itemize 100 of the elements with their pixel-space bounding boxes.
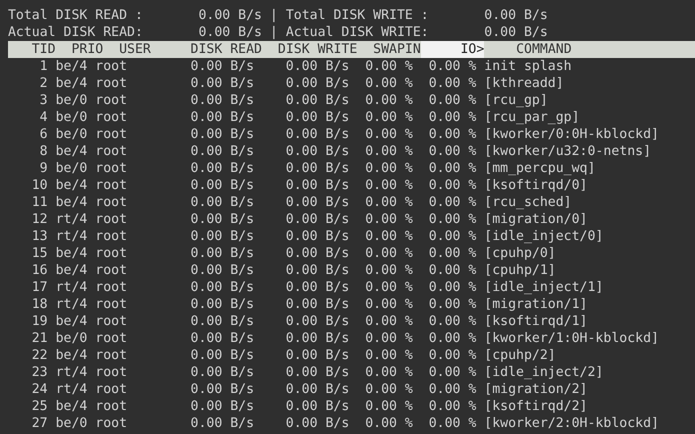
- table-cell: [cpuhp/0]: [484, 245, 556, 262]
- table-cell-text: 0.00 B/s: [284, 126, 350, 143]
- table-cell-text: 0.00 B/s: [284, 398, 350, 415]
- table-cell-text: 22: [30, 347, 48, 364]
- table-cell-text: 0.00 %: [428, 194, 476, 211]
- table-cell: [idle_inject/1]: [484, 279, 604, 296]
- table-cell-text: 0.00 %: [364, 313, 413, 330]
- table-cell-text: 0.00 %: [364, 381, 413, 398]
- table-cell-text: 0.00 %: [428, 160, 476, 177]
- table-cell-text: 0.00 B/s: [190, 75, 254, 92]
- table-cell-text: 0.00 %: [428, 245, 476, 262]
- table-cell-text: 0.00 %: [428, 381, 476, 398]
- table-cell-text: 0.00 B/s: [190, 245, 254, 262]
- table-cell-text: 0.00 %: [364, 143, 413, 160]
- table-cell-text: 24: [30, 381, 48, 398]
- table-cell-text: 0.00 %: [428, 177, 476, 194]
- table-cell-text: 0.00 B/s: [284, 279, 350, 296]
- table-cell: rt/4: [56, 279, 88, 296]
- table-cell-text: root: [95, 398, 128, 415]
- separator: |: [270, 24, 278, 41]
- table-cell-text: root: [95, 194, 128, 211]
- table-cell-text: 0.00 B/s: [284, 262, 350, 279]
- table-cell-text: 1: [38, 58, 48, 75]
- table-cell-text: root: [95, 143, 128, 160]
- table-cell: be/4: [56, 262, 88, 279]
- table-cell: [kworker/0:0H-kblockd]: [484, 126, 659, 143]
- table-cell-text: 0.00 %: [364, 279, 413, 296]
- table-cell-text: 27: [30, 415, 48, 432]
- table-cell: be/4: [56, 143, 88, 160]
- table-cell-text: 0.00 %: [364, 347, 413, 364]
- column-header[interactable]: PRIO: [71, 41, 104, 58]
- table-cell: be/4: [56, 245, 88, 262]
- table-cell-text: 0.00 %: [428, 296, 476, 313]
- table-cell: be/4: [56, 75, 88, 92]
- table-cell-text: 17: [30, 279, 48, 296]
- table-cell-text: 0.00 %: [364, 177, 413, 194]
- table-cell-text: 0.00 %: [364, 296, 413, 313]
- table-cell-text: root: [95, 160, 128, 177]
- table-cell-text: 0.00 B/s: [190, 330, 254, 347]
- table-cell-text: 0.00 %: [364, 75, 413, 92]
- table-cell: [rcu_gp]: [484, 92, 548, 109]
- table-cell-text: 0.00 B/s: [190, 415, 254, 432]
- table-cell-text: 0.00 %: [364, 415, 413, 432]
- table-cell-text: 0.00 B/s: [190, 296, 254, 313]
- table-cell-text: 2: [38, 75, 48, 92]
- column-header[interactable]: DISK READ: [190, 41, 262, 58]
- table-cell: [rcu_par_gp]: [484, 109, 580, 126]
- table-cell-text: 0.00 B/s: [190, 313, 254, 330]
- table-cell-text: 0.00 B/s: [190, 364, 254, 381]
- table-cell: be/4: [56, 194, 88, 211]
- table-cell-text: 0.00 %: [428, 347, 476, 364]
- table-cell-text: 0.00 %: [428, 126, 476, 143]
- table-cell-text: 0.00 B/s: [190, 381, 254, 398]
- table-cell: be/4: [56, 398, 88, 415]
- table-cell-text: 0.00 B/s: [284, 194, 350, 211]
- table-cell-text: 0.00 %: [428, 398, 476, 415]
- table-cell-text: root: [95, 75, 128, 92]
- column-header[interactable]: DISK WRITE: [278, 41, 358, 58]
- table-cell: [cpuhp/2]: [484, 347, 556, 364]
- table-cell-text: 0.00 B/s: [284, 347, 350, 364]
- table-cell-text: root: [95, 177, 128, 194]
- table-cell-text: root: [95, 279, 128, 296]
- table-cell: be/0: [56, 160, 88, 177]
- table-cell-text: 0.00 %: [364, 228, 413, 245]
- table-cell: rt/4: [56, 211, 88, 228]
- column-header[interactable]: USER: [119, 41, 151, 58]
- column-header[interactable]: TID: [8, 41, 56, 58]
- table-cell: be/4: [56, 177, 88, 194]
- column-header[interactable]: COMMAND: [516, 41, 572, 58]
- table-cell-text: 0.00 B/s: [284, 92, 350, 109]
- table-cell-text: root: [95, 92, 128, 109]
- table-cell-text: 0.00 %: [364, 58, 413, 75]
- summary-value: 0.00 B/s: [483, 7, 548, 24]
- table-cell-text: 0.00 %: [428, 109, 476, 126]
- table-cell: be/0: [56, 109, 88, 126]
- table-cell: be/4: [56, 313, 88, 330]
- table-cell-text: 16: [30, 262, 48, 279]
- table-cell-text: 0.00 B/s: [284, 211, 350, 228]
- summary-value: 0.00 B/s: [197, 7, 262, 24]
- table-cell: rt/4: [56, 228, 88, 245]
- table-cell-text: 4: [38, 109, 48, 126]
- table-cell: be/4: [56, 347, 88, 364]
- column-header[interactable]: SWAPIN: [373, 41, 421, 58]
- table-cell-text: 0.00 %: [364, 92, 413, 109]
- table-cell: [migration/1]: [484, 296, 588, 313]
- summary-label: Actual DISK WRITE:: [286, 24, 429, 41]
- table-cell-text: 0.00 B/s: [190, 58, 254, 75]
- table-cell-text: 0.00 %: [428, 262, 476, 279]
- table-cell-text: 0.00 %: [428, 211, 476, 228]
- table-cell-text: root: [95, 313, 128, 330]
- table-cell: rt/4: [56, 296, 88, 313]
- table-cell-text: 0.00 B/s: [190, 92, 254, 109]
- table-cell-text: 0.00 B/s: [190, 211, 254, 228]
- table-cell-text: 0.00 %: [428, 75, 476, 92]
- column-header[interactable]: IO>: [420, 41, 484, 58]
- table-cell-text: 13: [30, 228, 48, 245]
- table-cell: be/0: [56, 92, 88, 109]
- table-cell-text: 0.00 %: [364, 194, 413, 211]
- table-cell-text: root: [95, 126, 128, 143]
- table-cell: [idle_inject/0]: [484, 228, 604, 245]
